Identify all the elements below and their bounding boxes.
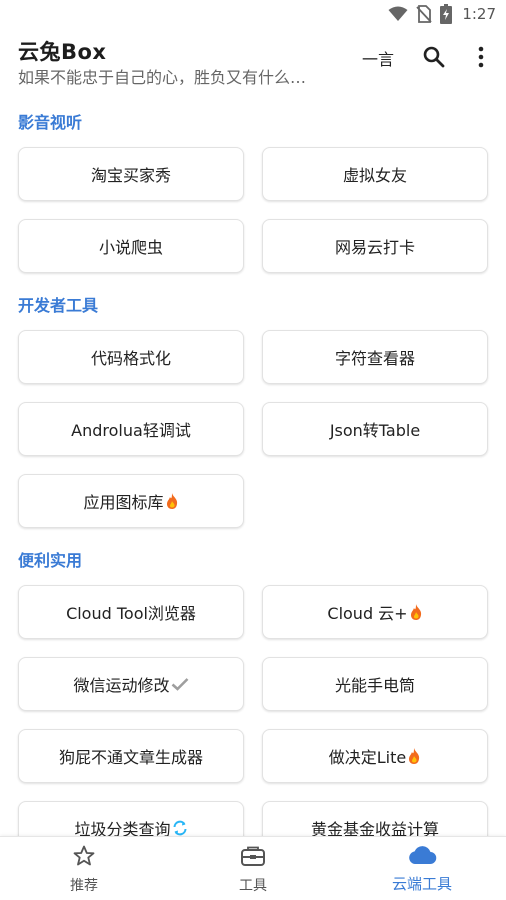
tool-label: 光能手电筒 [334,676,415,695]
tool-card-novel-crawler[interactable]: 小说爬虫 [18,219,244,273]
tool-label: Json转Table [329,421,421,440]
tool-label: 虚拟女友 [342,166,407,185]
tool-label: 小说爬虫 [98,238,163,257]
section-title-media: 影音视听 [18,113,83,132]
app-bar: 云兔Box 如果不能忠于自己的心，胜负又有什么… 一言 [0,28,506,92]
app-title: 云兔Box [18,40,107,64]
nav-tab-label: 推荐 [70,877,98,894]
star-icon [72,844,96,872]
fire-icon [409,603,423,621]
tool-label: 应用图标库 [83,493,164,512]
screen: 1:27 云兔Box 如果不能忠于自己的心，胜负又有什么… 一言 影音视听 淘宝… [0,0,506,900]
nav-tab-label: 云端工具 [391,875,452,893]
nav-tab-label: 工具 [239,877,267,894]
nav-tab-recommend[interactable]: 推荐 [0,837,168,900]
tool-label: 垃圾分类查询 [74,820,171,836]
battery-charging-icon [440,4,453,24]
tool-card-taobao[interactable]: 淘宝买家秀 [18,147,244,201]
tool-label: Cloud 云+ [327,604,408,623]
tool-list[interactable]: 影音视听 淘宝买家秀 虚拟女友 小说爬虫 网易云打卡 开发者工具 代码格式化 字… [0,92,506,836]
wifi-icon [388,6,408,22]
bottom-navigation: 推荐 工具 云端工具 [0,836,506,900]
tool-card-netease-checkin[interactable]: 网易云打卡 [262,219,488,273]
tool-label: 淘宝买家秀 [90,166,171,185]
check-icon [171,677,189,691]
cloud-icon [407,844,437,870]
section-title-developer: 开发者工具 [18,296,99,315]
yiyan-button[interactable]: 一言 [362,46,394,70]
nav-tab-cloud-tools[interactable]: 云端工具 [338,837,506,900]
tool-card-cloud-browser[interactable]: Cloud Tool浏览器 [18,585,244,639]
more-vert-icon[interactable] [472,45,490,73]
tool-label: 网易云打卡 [334,238,415,257]
tool-card-json-table[interactable]: Json转Table [262,402,488,456]
search-icon[interactable] [422,45,446,73]
tool-card-app-icons[interactable]: 应用图标库 [18,474,244,528]
status-bar: 1:27 [0,0,506,28]
tool-card-gold-fund-calc[interactable]: 黄金基金收益计算 [262,801,488,836]
tool-card-cloud-plus[interactable]: Cloud 云+ [262,585,488,639]
tool-card-androlua-debug[interactable]: Androlua轻调试 [18,402,244,456]
tool-label: 字符查看器 [334,349,415,368]
tool-card-char-viewer[interactable]: 字符查看器 [262,330,488,384]
tool-card-wechat-steps[interactable]: 微信运动修改 [18,657,244,711]
refresh-icon [172,820,188,836]
tool-card-virtual-girlfriend[interactable]: 虚拟女友 [262,147,488,201]
fire-icon [165,492,179,510]
tool-label: Androlua轻调试 [71,421,191,440]
toolbox-icon [240,844,266,872]
section-title-utilities: 便利实用 [18,551,83,570]
clock-time: 1:27 [462,5,496,23]
no-sim-icon [416,5,432,23]
tool-card-flashlight[interactable]: 光能手电筒 [262,657,488,711]
tool-card-decision-lite[interactable]: 做决定Lite [262,729,488,783]
tool-label: 做决定Lite [328,748,407,767]
nav-tab-tools[interactable]: 工具 [169,837,337,900]
fire-icon [407,747,421,765]
tool-card-code-format[interactable]: 代码格式化 [18,330,244,384]
tool-label: 微信运动修改 [73,676,170,695]
tool-label: 代码格式化 [90,349,171,368]
app-subtitle: 如果不能忠于自己的心，胜负又有什么… [18,68,307,87]
tool-label: 狗屁不通文章生成器 [58,748,203,767]
tool-card-garbage-sort[interactable]: 垃圾分类查询 [18,801,244,836]
tool-label: Cloud Tool浏览器 [66,604,196,623]
tool-label: 黄金基金收益计算 [310,820,439,836]
tool-card-article-generator[interactable]: 狗屁不通文章生成器 [18,729,244,783]
